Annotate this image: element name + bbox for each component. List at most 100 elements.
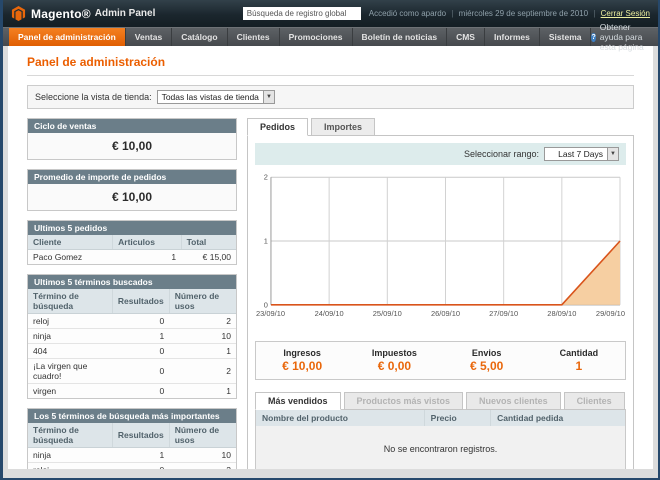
metric: Cantidad 1 (533, 348, 625, 373)
average-order-card: Promedio de importe de pedidos € 10,00 (27, 169, 237, 211)
bottom-tabs: Más vendidos Productos más vistos Nuevos… (255, 392, 626, 410)
range-select[interactable]: Last 7 Days ▼ (544, 147, 619, 161)
brand-name: Magento® (31, 7, 91, 21)
nav-item[interactable]: Panel de administración (9, 28, 126, 46)
column-header[interactable]: Número de usos (169, 423, 236, 448)
chart-tab[interactable]: Importes (311, 118, 375, 136)
logged-in-as: Accedió como apardo (369, 9, 446, 18)
chevron-down-icon: ▼ (607, 148, 618, 160)
column-header[interactable]: Precio (424, 410, 490, 427)
column-header[interactable]: Resultados (112, 423, 169, 448)
footer-strip (3, 469, 658, 480)
help-icon: ? (591, 33, 595, 42)
column-header[interactable]: Nombre del producto (256, 410, 425, 427)
current-date: miércoles 29 de septiembre de 2010 (459, 9, 588, 18)
metric-value: 1 (533, 359, 625, 373)
svg-text:23/09/10: 23/09/10 (256, 309, 285, 318)
table-row[interactable]: ninja 1 10 (28, 329, 236, 344)
metric: Impuestos € 0,00 (348, 348, 440, 373)
column-header[interactable]: Resultados (112, 289, 169, 314)
nav-menu: Panel de administración Ventas Catálogo … (9, 28, 591, 46)
table-row[interactable]: 404 0 1 (28, 344, 236, 359)
metric-label: Ingresos (256, 348, 348, 358)
main-nav: Panel de administración Ventas Catálogo … (3, 27, 658, 46)
table-row[interactable]: Paco Gomez 1 € 15,00 (28, 250, 236, 265)
svg-text:28/09/10: 28/09/10 (547, 309, 576, 318)
svg-text:1: 1 (264, 237, 268, 246)
metric: Ingresos € 10,00 (256, 348, 348, 373)
metric-value: € 0,00 (348, 359, 440, 373)
table-row[interactable]: ¡La virgen que cuadro! 0 2 (28, 359, 236, 384)
svg-text:29/09/10: 29/09/10 (596, 309, 625, 318)
brand-suffix: Admin Panel (95, 8, 156, 19)
nav-item[interactable]: Sistema (540, 28, 592, 46)
help-link[interactable]: ? Obtener ayuda para esta página (591, 28, 658, 46)
chart-tab[interactable]: Pedidos (247, 118, 308, 136)
column-header[interactable]: Número de usos (169, 289, 236, 314)
nav-item[interactable]: CMS (447, 28, 485, 46)
bottom-tab[interactable]: Nuevos clientes (466, 392, 561, 410)
orders-panel: Seleccionar rango: Last 7 Days ▼ 01223/0… (247, 135, 634, 469)
last-orders-card: Ultimos 5 pedidos ClienteArticulosTotal … (27, 220, 237, 265)
store-view-select[interactable]: Todas las vistas de tienda ▼ (157, 90, 275, 104)
store-view-label: Seleccione la vista de tienda: (35, 92, 152, 102)
nav-item[interactable]: Informes (485, 28, 540, 46)
table-row[interactable]: reloj 0 2 (28, 314, 236, 329)
table-row[interactable]: virgen 0 1 (28, 384, 236, 399)
last-orders-table: ClienteArticulosTotal Paco Gomez 1 € 15,… (28, 235, 236, 264)
range-bar: Seleccionar rango: Last 7 Days ▼ (255, 143, 626, 165)
metrics-row: Ingresos € 10,00 Impuestos € 0,00 Envios (255, 341, 626, 380)
nav-item[interactable]: Promociones (280, 28, 353, 46)
help-label: Obtener ayuda para esta página (600, 22, 648, 52)
logout-link[interactable]: Cerrar Sesión (601, 9, 650, 18)
nav-item[interactable]: Clientes (228, 28, 280, 46)
metric-value: € 5,00 (441, 359, 533, 373)
card-title: Los 5 términos de búsqueda más important… (28, 409, 236, 423)
top-search-terms-table: Término de búsquedaResultadosNúmero de u… (28, 423, 236, 469)
bottom-tab[interactable]: Productos más vistos (344, 392, 464, 410)
range-label: Seleccionar rango: (464, 149, 539, 159)
column-header[interactable]: Término de búsqueda (28, 423, 112, 448)
chevron-down-icon: ▼ (263, 91, 274, 103)
table-row[interactable]: reloj 0 2 (28, 463, 236, 470)
global-search-input[interactable] (243, 7, 361, 20)
metric-label: Cantidad (533, 348, 625, 358)
column-header[interactable]: Articulos (113, 235, 181, 250)
bottom-tab[interactable]: Clientes (564, 392, 625, 410)
metric-value: € 10,00 (256, 359, 348, 373)
last-search-terms-table: Término de búsquedaResultadosNúmero de u… (28, 289, 236, 398)
page-content: Panel de administración Seleccione la vi… (8, 46, 653, 469)
bottom-tab[interactable]: Más vendidos (255, 392, 341, 410)
column-header[interactable]: Cliente (28, 235, 113, 250)
nav-item[interactable]: Boletín de noticias (353, 28, 448, 46)
metric-label: Impuestos (348, 348, 440, 358)
top-header: Magento® Admin Panel Accedió como apardo… (3, 0, 658, 27)
last-search-terms-card: Ultimos 5 términos buscados Término de b… (27, 274, 237, 399)
svg-text:27/09/10: 27/09/10 (489, 309, 518, 318)
column-header[interactable]: Cantidad pedida (491, 410, 626, 427)
average-order-value: € 10,00 (28, 184, 236, 210)
dashboard-main: Pedidos Importes Seleccionar rango: Last… (247, 118, 634, 469)
nav-item[interactable]: Catálogo (172, 28, 227, 46)
magento-logo-icon (11, 6, 26, 21)
lifetime-sales-card: Ciclo de ventas € 10,00 (27, 118, 237, 160)
column-header[interactable]: Término de búsqueda (28, 289, 112, 314)
empty-table-message: No se encontraron registros. (256, 426, 626, 469)
title-rule (27, 75, 634, 76)
svg-text:2: 2 (264, 173, 268, 182)
svg-text:24/09/10: 24/09/10 (315, 309, 344, 318)
table-row[interactable]: ninja 1 10 (28, 448, 236, 463)
store-view-bar: Seleccione la vista de tienda: Todas las… (27, 85, 634, 109)
card-title: Ultimos 5 pedidos (28, 221, 236, 235)
metric-label: Envios (441, 348, 533, 358)
card-title: Promedio de importe de pedidos (28, 170, 236, 184)
svg-text:25/09/10: 25/09/10 (373, 309, 402, 318)
nav-item[interactable]: Ventas (126, 28, 172, 46)
card-title: Ultimos 5 términos buscados (28, 275, 236, 289)
lifetime-sales-value: € 10,00 (28, 133, 236, 159)
card-title: Ciclo de ventas (28, 119, 236, 133)
column-header[interactable]: Total (181, 235, 236, 250)
dashboard-sidebar: Ciclo de ventas € 10,00 Promedio de impo… (27, 118, 237, 469)
chart-wrap: 01223/09/1024/09/1025/09/1026/09/1027/09… (255, 165, 626, 332)
admin-window: Magento® Admin Panel Accedió como apardo… (0, 0, 660, 480)
